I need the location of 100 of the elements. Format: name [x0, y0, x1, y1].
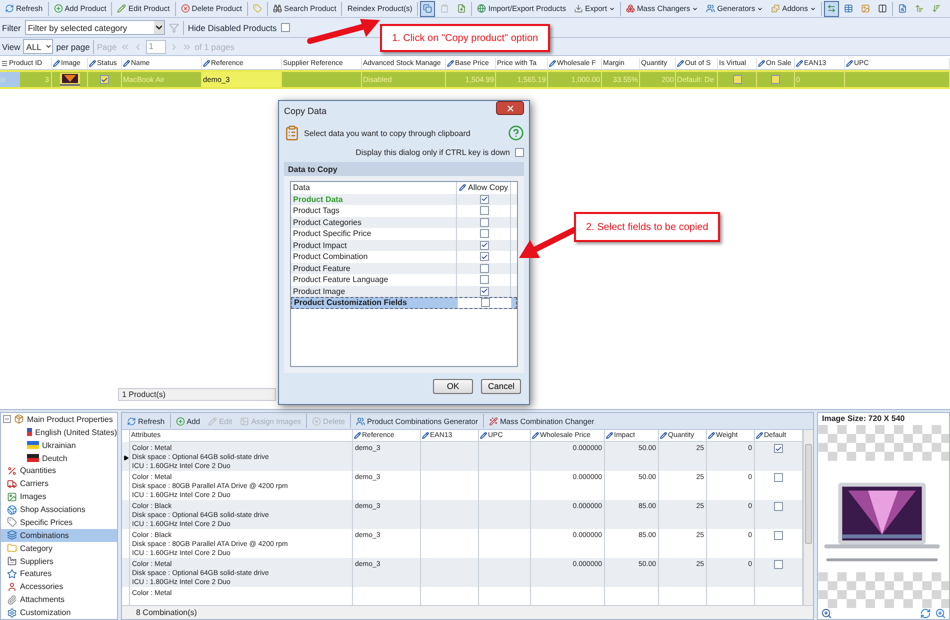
- table-row[interactable]: Product Categories: [291, 216, 517, 228]
- checkbox[interactable]: [771, 75, 780, 84]
- flag-icon: [27, 441, 39, 450]
- tree-item[interactable]: Features: [1, 568, 117, 580]
- checkbox[interactable]: [100, 75, 109, 84]
- caret-icon: [757, 6, 764, 12]
- tree-item[interactable]: Attachments: [1, 593, 117, 606]
- checkbox[interactable]: [515, 148, 524, 156]
- checkbox[interactable]: [480, 275, 489, 284]
- tree-icon: [7, 530, 17, 540]
- checkbox[interactable]: [774, 444, 783, 453]
- checkbox[interactable]: [732, 75, 742, 84]
- dialog-message: Select data you want to copy through clipboard: [304, 128, 472, 138]
- users-icon: [706, 4, 716, 13]
- scrollbar[interactable]: [803, 430, 813, 605]
- image-icon: [860, 4, 870, 13]
- tree-icon: [14, 414, 24, 424]
- tree-icon: [7, 556, 17, 566]
- tag-icon: [253, 4, 262, 13]
- checkbox[interactable]: [480, 240, 489, 250]
- menu-icon[interactable]: [1, 60, 8, 67]
- per-page-label: per page: [56, 42, 90, 52]
- checkbox[interactable]: [774, 560, 783, 569]
- tree-item[interactable]: Carriers: [1, 477, 117, 490]
- per-page-dropdown[interactable]: ALL: [23, 39, 54, 54]
- pencil-icon: [708, 432, 715, 439]
- tree-item[interactable]: Ukrainian: [1, 438, 117, 452]
- checkbox[interactable]: [480, 229, 489, 238]
- checkbox-label: Hide Disabled Products: [188, 22, 277, 32]
- tree-item[interactable]: Specific Prices: [1, 516, 117, 529]
- flag-icon: [27, 454, 39, 462]
- zoom-icon[interactable]: [935, 608, 946, 619]
- tree-item[interactable]: Category: [1, 542, 117, 555]
- checkbox-label: Display this dialog only if CTRL key is down: [356, 148, 510, 156]
- caret-icon: [810, 6, 816, 12]
- collapse-icon[interactable]: [3, 415, 11, 424]
- tree-item[interactable]: Main Product Properties: [1, 413, 117, 426]
- pencil-icon: [123, 60, 130, 67]
- copy-button[interactable]: [420, 0, 436, 16]
- arrows-button[interactable]: [824, 0, 839, 16]
- caret-icon: [608, 6, 615, 12]
- tree-item[interactable]: Images: [1, 490, 117, 504]
- checkbox[interactable]: [481, 298, 490, 308]
- pencil-icon: [208, 416, 218, 426]
- first-page-icon[interactable]: [120, 42, 130, 52]
- dialog-button[interactable]: Cancel: [481, 378, 521, 394]
- checkbox[interactable]: [774, 473, 783, 482]
- help-icon[interactable]: [508, 125, 524, 141]
- table-icon: [844, 4, 853, 13]
- checkbox[interactable]: [774, 531, 783, 540]
- table-row[interactable]: Product Impact: [291, 240, 517, 251]
- checkbox[interactable]: [480, 252, 489, 262]
- tree-item[interactable]: Customization: [1, 606, 117, 619]
- page-count: of 1 pages: [194, 42, 234, 52]
- boxes-icon: [626, 4, 635, 13]
- pencil-icon: [549, 60, 556, 67]
- table-row[interactable]: Product Feature: [291, 262, 517, 274]
- table-row[interactable]: Product Customization Fields: [291, 297, 517, 308]
- tree-item[interactable]: Shop Associations: [1, 503, 117, 516]
- checkbox[interactable]: [774, 502, 783, 511]
- tree-item[interactable]: Accessories: [1, 580, 117, 594]
- filter-icon[interactable]: [168, 22, 179, 32]
- pencil-icon: [459, 184, 466, 192]
- checkbox[interactable]: [480, 264, 489, 273]
- close-button[interactable]: [496, 101, 524, 115]
- checkbox[interactable]: [280, 23, 290, 32]
- binoculars-icon: [273, 4, 282, 13]
- caret-icon: [45, 43, 52, 50]
- checkbox[interactable]: [480, 218, 489, 227]
- zoom-icon[interactable]: [821, 608, 832, 619]
- image-icon: [240, 416, 250, 426]
- dialog-button[interactable]: OK: [433, 378, 473, 394]
- pencil-icon: [53, 60, 60, 67]
- filter-label: Filter: [2, 22, 21, 32]
- checkbox[interactable]: [480, 194, 489, 204]
- refresh-icon[interactable]: [920, 608, 931, 619]
- pencil-icon: [846, 60, 853, 67]
- tree-item[interactable]: Suppliers: [1, 554, 117, 568]
- pencil-icon: [89, 60, 96, 67]
- delete-icon: [312, 416, 322, 426]
- tree-item[interactable]: Deutch: [1, 452, 117, 464]
- pencil-icon: [756, 432, 763, 439]
- tree-item[interactable]: Quantities: [1, 464, 117, 478]
- pencil-icon: [660, 432, 667, 439]
- last-page-icon[interactable]: [182, 42, 192, 52]
- tree-icon: [7, 568, 17, 579]
- tree-item[interactable]: Combinations: [1, 528, 117, 542]
- filter-dropdown[interactable]: Filter by selected category: [24, 20, 165, 35]
- tree-icon: [7, 608, 17, 618]
- table-row[interactable]: Product Image: [291, 286, 517, 297]
- caret-icon: [692, 6, 698, 12]
- pencil-icon: [354, 432, 361, 439]
- checkbox[interactable]: [480, 286, 489, 296]
- users-icon: [356, 416, 365, 426]
- checkbox[interactable]: [480, 206, 489, 216]
- caret-icon: [154, 21, 164, 34]
- tree-item[interactable]: English (United States): [1, 426, 117, 439]
- plus-icon: [54, 4, 63, 13]
- pencil-icon: [532, 432, 539, 439]
- puzzle-icon: [771, 4, 780, 13]
